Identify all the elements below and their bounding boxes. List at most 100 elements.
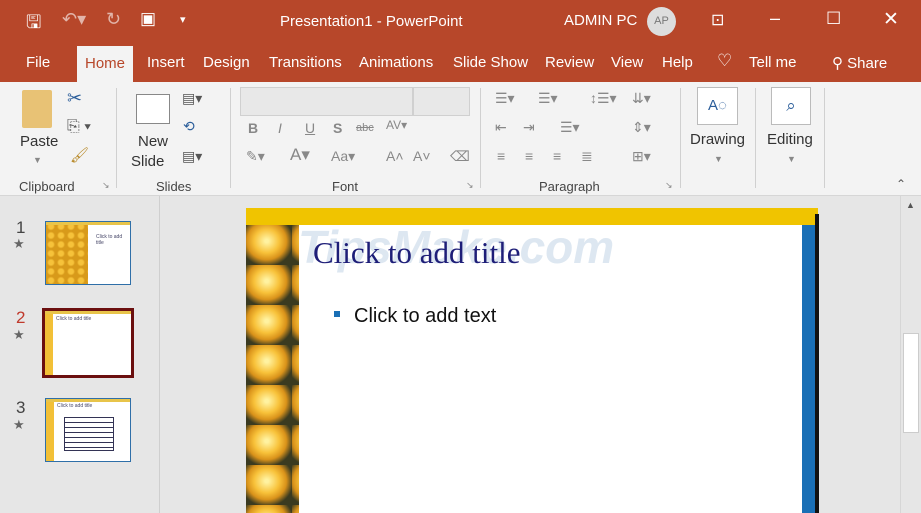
user-name[interactable]: ADMIN PC (564, 12, 637, 29)
text-direction-icon[interactable]: ⇊▾ (632, 90, 651, 107)
star-icon: ★ (13, 417, 25, 432)
tab-home[interactable]: Home (77, 46, 134, 82)
tab-view[interactable]: View (611, 54, 643, 71)
numbering-icon[interactable]: ☰▾ (538, 90, 558, 107)
tab-help[interactable]: Help (662, 54, 693, 71)
candy-image-strip (246, 225, 299, 513)
drawing-dropdown-icon[interactable]: ▼ (714, 154, 723, 164)
group-label-font: Font (332, 179, 359, 194)
tab-design[interactable]: Design (203, 54, 250, 71)
new-slide-button[interactable]: New (138, 133, 168, 150)
drawing-button[interactable]: Drawing (690, 131, 745, 148)
save-icon[interactable]: 🖫 (26, 10, 41, 40)
reset-icon[interactable]: ⟲ (183, 118, 195, 135)
align-text-icon[interactable]: ⇕▾ (632, 119, 651, 136)
slide-canvas[interactable]: TipsMake.com Click to add title Click to… (246, 208, 819, 513)
tab-insert[interactable]: Insert (147, 54, 185, 71)
decrease-indent-icon[interactable]: ⇤ (495, 119, 507, 136)
divider (230, 88, 231, 188)
font-name-dropdown[interactable] (240, 87, 413, 116)
maximize-icon[interactable]: ☐ (826, 9, 841, 29)
paragraph-launcher-icon[interactable]: ↘ (665, 180, 673, 191)
ribbon-tabs: File Home Insert Design Transitions Anim… (0, 42, 921, 82)
slide-title-placeholder[interactable]: Click to add title (313, 235, 521, 271)
slide-thumbnails-pane: 1 ★ Click to add title 2 ★ Click to add … (0, 196, 160, 513)
tab-transitions[interactable]: Transitions (269, 54, 342, 71)
new-slide-label[interactable]: Slide (131, 153, 164, 170)
thumbnail-title: Click to add title (96, 234, 123, 246)
slide-shadow (815, 214, 819, 513)
paste-icon[interactable] (22, 90, 52, 128)
paste-dropdown-icon[interactable]: ▼ (33, 155, 42, 165)
justify-icon[interactable]: ≣ (581, 148, 593, 165)
collapse-ribbon-icon[interactable]: ⌃ (896, 177, 906, 191)
align-right-icon[interactable]: ≡ (553, 148, 561, 164)
layout-icon[interactable]: ▤▾ (182, 90, 202, 107)
change-case-icon[interactable]: Aa▾ (331, 148, 355, 165)
minimize-icon[interactable]: – (770, 8, 780, 29)
group-label-clipboard: Clipboard (19, 179, 75, 194)
slide-number: 1 (16, 218, 26, 237)
strikethrough-icon[interactable]: abc (356, 122, 374, 134)
share-button[interactable]: ⚲ Share (832, 54, 887, 72)
char-spacing-icon[interactable]: AV▾ (386, 118, 407, 132)
star-icon: ★ (13, 236, 25, 251)
redo-icon[interactable]: ↻ (106, 9, 121, 30)
center-icon[interactable]: ≡ (525, 148, 533, 164)
undo-icon[interactable]: ↶▾ (62, 9, 86, 30)
columns-icon[interactable]: ☰▾ (560, 119, 580, 136)
grow-font-icon[interactable]: A˄ (386, 148, 404, 164)
shapes-icon[interactable]: A◌ (697, 87, 738, 125)
font-size-dropdown[interactable] (413, 87, 470, 116)
cut-icon[interactable]: ✂ (67, 88, 82, 109)
italic-icon[interactable]: I (278, 120, 282, 136)
copy-icon[interactable]: ⎘ ▾ (67, 118, 91, 136)
divider (116, 88, 117, 188)
shrink-font-icon[interactable]: A˅ (413, 148, 431, 164)
ribbon-display-icon[interactable]: ⊡ (711, 10, 724, 30)
close-icon[interactable]: ✕ (883, 8, 899, 31)
vertical-scrollbar[interactable]: ▲ (900, 196, 921, 513)
highlight-icon[interactable]: ✎▾ (246, 148, 265, 165)
format-painter-icon[interactable]: 🖌 (70, 146, 89, 164)
scrollbar-thumb[interactable] (903, 333, 919, 433)
clipboard-launcher-icon[interactable]: ↘ (102, 180, 110, 191)
new-slide-icon[interactable] (136, 94, 170, 124)
editing-button[interactable]: Editing (767, 131, 813, 148)
slide-body-placeholder[interactable]: Click to add text (354, 305, 496, 328)
find-icon[interactable]: ⌕ (771, 87, 811, 125)
group-label-paragraph: Paragraph (539, 179, 600, 194)
clear-formatting-icon[interactable]: ⌫ (450, 148, 470, 165)
person-icon: ⚲ (832, 55, 848, 72)
divider (680, 88, 681, 188)
slide-thumbnail-2[interactable]: Click to add title (42, 308, 134, 378)
thumbnail-title: Click to add title (57, 403, 93, 409)
lightbulb-icon: ♡ (717, 51, 733, 70)
font-color-icon[interactable]: A▾ (290, 145, 310, 165)
section-icon[interactable]: ▤▾ (182, 148, 202, 165)
bullets-icon[interactable]: ☰▾ (495, 90, 515, 107)
window-title: Presentation1 - PowerPoint (280, 13, 463, 30)
title-bar: 🖫 ↶▾ ↻ ▣ ▾ Presentation1 - PowerPoint AD… (0, 0, 921, 42)
avatar[interactable]: AP (647, 7, 676, 36)
editing-dropdown-icon[interactable]: ▼ (787, 154, 796, 164)
slide-thumbnail-1[interactable]: Click to add title (45, 221, 131, 285)
tab-slide-show[interactable]: Slide Show (453, 54, 528, 71)
line-spacing-icon[interactable]: ↕☰▾ (590, 90, 617, 107)
shadow-icon[interactable]: S (333, 120, 342, 136)
slide-thumbnail-3[interactable]: Click to add title (45, 398, 131, 462)
scroll-up-icon[interactable]: ▲ (906, 200, 915, 210)
align-left-icon[interactable]: ≡ (497, 148, 505, 164)
customize-qat-icon[interactable]: ▾ (180, 13, 186, 26)
presenter-icon[interactable]: ▣ (140, 9, 156, 29)
tab-animations[interactable]: Animations (359, 54, 433, 71)
smartart-icon[interactable]: ⊞▾ (632, 148, 651, 165)
underline-icon[interactable]: U (305, 120, 315, 136)
tab-review[interactable]: Review (545, 54, 594, 71)
font-launcher-icon[interactable]: ↘ (466, 180, 474, 191)
increase-indent-icon[interactable]: ⇥ (523, 119, 535, 136)
bold-icon[interactable]: B (248, 120, 258, 136)
tab-file[interactable]: File (26, 54, 50, 71)
paste-button[interactable]: Paste (20, 133, 58, 150)
tell-me-search[interactable]: Tell me (749, 54, 797, 71)
